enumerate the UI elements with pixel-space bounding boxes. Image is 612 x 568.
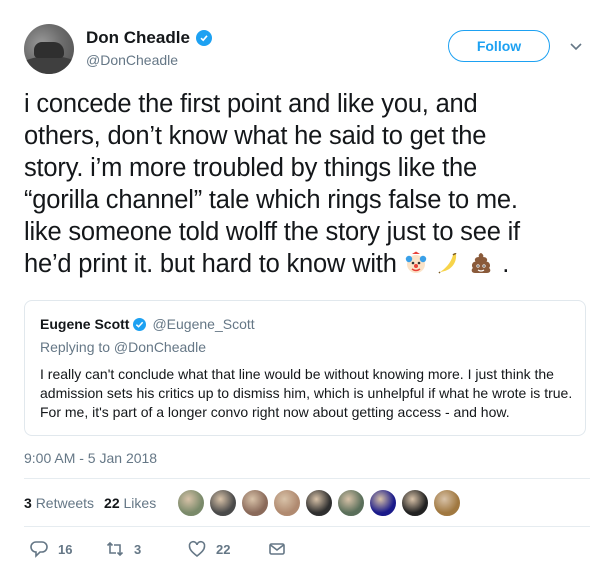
display-name[interactable]: Don Cheadle [86,28,190,48]
banana-emoji-icon [438,253,457,274]
clown-face-emoji-icon [405,251,426,273]
retweet-icon [106,541,124,557]
like-action[interactable]: 22 [188,540,230,558]
liker-avatar[interactable] [208,488,238,518]
likes-count: 22 [104,495,120,511]
liker-avatar[interactable] [272,488,302,518]
tweet-line: others, don’t know what he said to get t… [24,122,487,150]
tweet-header: Don Cheadle @DonCheadle Follow [24,20,590,80]
name-row: Don Cheadle [86,28,212,48]
envelope-icon [269,543,285,555]
tweet-line: story. i’m more troubled by things like … [24,154,477,182]
liker-avatars [176,488,462,518]
retweets-count: 3 [24,495,32,511]
liker-avatar[interactable] [304,488,334,518]
user-handle[interactable]: @DonCheadle [86,52,178,68]
direct-message-action[interactable] [268,540,286,558]
tweet-line-end: . [502,250,510,278]
like-count: 22 [216,541,231,557]
divider [24,526,590,527]
liker-avatar[interactable] [240,488,270,518]
tweet-text: i concede the first point and like you, … [24,88,598,280]
reply-action[interactable]: 16 [30,540,72,558]
liker-avatar[interactable] [368,488,398,518]
follow-button[interactable]: Follow [448,30,550,62]
likes-label: Likes [123,495,157,511]
retweet-action[interactable]: 3 [106,540,141,558]
replying-to: Replying to @DonCheadle [40,339,206,355]
retweet-count: 3 [134,541,142,557]
tweet-line: like someone told wolff the story just t… [24,218,520,246]
retweets-label: Retweets [35,495,95,511]
verified-badge-icon [195,30,212,46]
reply-icon [30,541,48,558]
quoted-name-row: Eugene Scott @Eugene_Scott [40,316,255,332]
tweet-timestamp[interactable]: 9:00 AM - 5 Jan 2018 [24,450,157,466]
tweet-line: he’d print it. but hard to know with . [24,248,598,280]
liker-avatar[interactable] [336,488,366,518]
avatar[interactable] [24,24,74,74]
tweet-line: “gorilla channel” tale which rings false… [24,186,518,214]
quoted-display-name: Eugene Scott [40,316,130,332]
reply-count: 16 [58,541,73,557]
tweet-stats: 3 Retweets 22 Likes [24,495,156,511]
pile-of-poo-emoji-icon [472,253,491,273]
liker-avatar[interactable] [432,488,462,518]
liker-avatar[interactable] [176,488,206,518]
tweet-line-text: he’d print it. but hard to know with [24,250,397,278]
liker-avatar[interactable] [400,488,430,518]
verified-badge-icon [133,317,147,331]
heart-icon [188,540,206,558]
divider [24,478,590,479]
chevron-down-icon[interactable] [568,38,584,54]
quoted-body: I really can't conclude what that line w… [40,366,573,420]
quoted-handle: @Eugene_Scott [152,316,255,332]
likes-stat[interactable]: 22 Likes [104,495,156,511]
tweet-line: i concede the first point and like you, … [24,90,478,118]
retweets-stat[interactable]: 3 Retweets [24,495,94,511]
quoted-tweet[interactable]: Eugene Scott @Eugene_Scott Replying to @… [24,300,586,436]
